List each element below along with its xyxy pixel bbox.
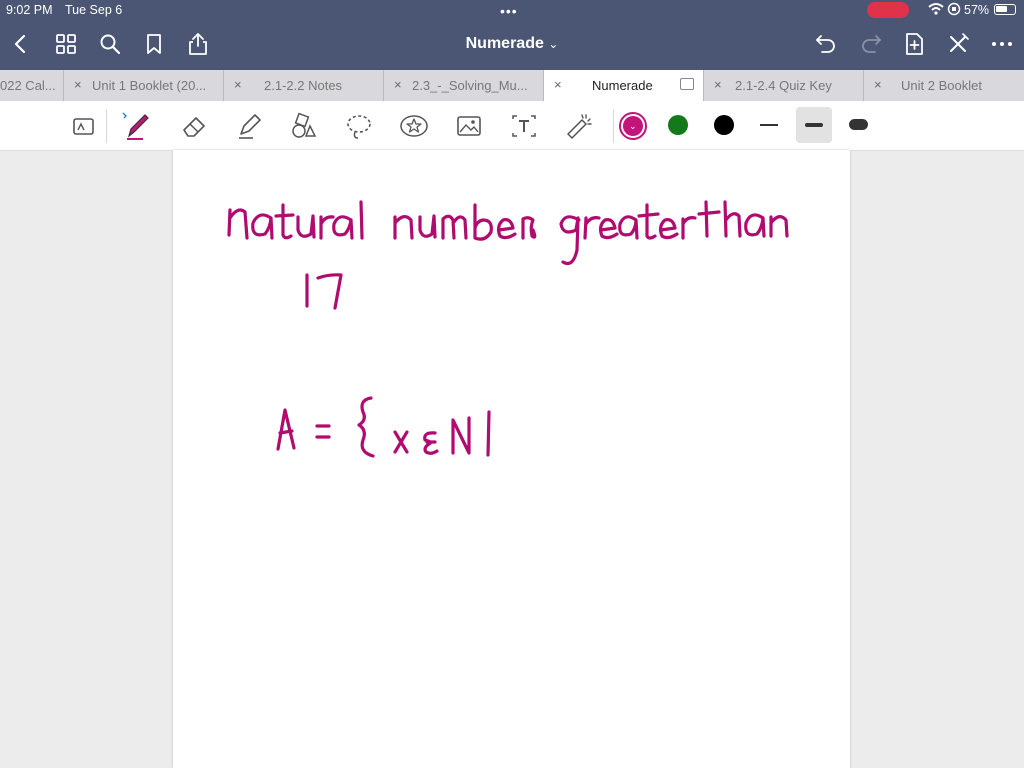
more-options-icon[interactable] (989, 31, 1015, 57)
split-view-icon[interactable] (680, 78, 694, 90)
tab-1[interactable]: × Unit 1 Booklet (20... (64, 70, 224, 101)
close-icon[interactable]: × (394, 77, 402, 92)
color-swatch-black[interactable] (714, 115, 734, 135)
undo-icon[interactable] (813, 31, 839, 57)
highlighter-tool-icon[interactable] (233, 110, 265, 142)
stroke-medium-line (805, 123, 823, 127)
toolbar-divider (613, 109, 614, 143)
close-icon[interactable]: × (714, 77, 722, 92)
screen-record-icon[interactable] (867, 2, 909, 18)
tab-2[interactable]: × 2.1-2.2 Notes (224, 70, 384, 101)
chevron-down-icon: ⌄ (629, 121, 637, 131)
status-date: Tue Sep 6 (65, 3, 123, 17)
document-tab-bar: 022 Cal... × Unit 1 Booklet (20... × 2.1… (0, 70, 1024, 101)
note-page[interactable]: natural numbers greater than / 17 / A = … (173, 150, 850, 768)
title-chevron-icon: ⌄ (548, 37, 559, 51)
text-tool-icon[interactable] (508, 110, 540, 142)
redo-icon[interactable] (858, 31, 884, 57)
shapes-tool-icon[interactable] (288, 110, 320, 142)
elements-tool-icon[interactable] (398, 110, 430, 142)
battery-icon (994, 4, 1016, 15)
stroke-thick-button[interactable] (849, 119, 868, 130)
battery-percent: 57% (964, 3, 990, 17)
close-icon[interactable]: × (234, 77, 242, 92)
navigation-bar: 9:02 PM Tue Sep 6 ••• 57% Numerade ⌄ (0, 0, 1024, 70)
wifi-icon (928, 2, 944, 16)
color-swatch-green[interactable] (668, 115, 688, 135)
handwriting-ink: natural numbers greater than / 17 / A = … (227, 200, 789, 458)
image-tool-icon[interactable] (453, 110, 485, 142)
stroke-thin-button[interactable] (760, 124, 778, 126)
stroke-medium-button[interactable] (796, 107, 832, 143)
close-icon[interactable]: × (874, 77, 882, 92)
tab-active[interactable]: × Numerade (544, 70, 704, 101)
orientation-lock-icon (947, 2, 961, 16)
tab-0[interactable]: 022 Cal... (0, 70, 64, 101)
close-pen-mode-icon[interactable] (945, 31, 971, 57)
read-only-mode-icon[interactable] (68, 110, 100, 142)
pen-tool-icon[interactable] (121, 110, 153, 142)
tab-5[interactable]: × 2.1-2.4 Quiz Key (704, 70, 864, 101)
color-swatch-magenta[interactable]: ⌄ (623, 116, 643, 136)
toolbar-divider (106, 109, 107, 143)
multitasking-dots-icon[interactable]: ••• (500, 3, 518, 19)
drawing-toolbar (0, 101, 1024, 151)
eraser-tool-icon[interactable] (178, 110, 210, 142)
laser-pointer-icon[interactable] (563, 110, 595, 142)
add-page-icon[interactable] (901, 31, 927, 57)
status-time: 9:02 PM (6, 3, 53, 17)
close-icon[interactable]: × (74, 77, 82, 92)
lasso-tool-icon[interactable] (343, 110, 375, 142)
tab-3[interactable]: × 2.3_-_Solving_Mu... (384, 70, 544, 101)
close-icon[interactable]: × (554, 77, 562, 92)
tab-6[interactable]: × Unit 2 Booklet (864, 70, 1024, 101)
